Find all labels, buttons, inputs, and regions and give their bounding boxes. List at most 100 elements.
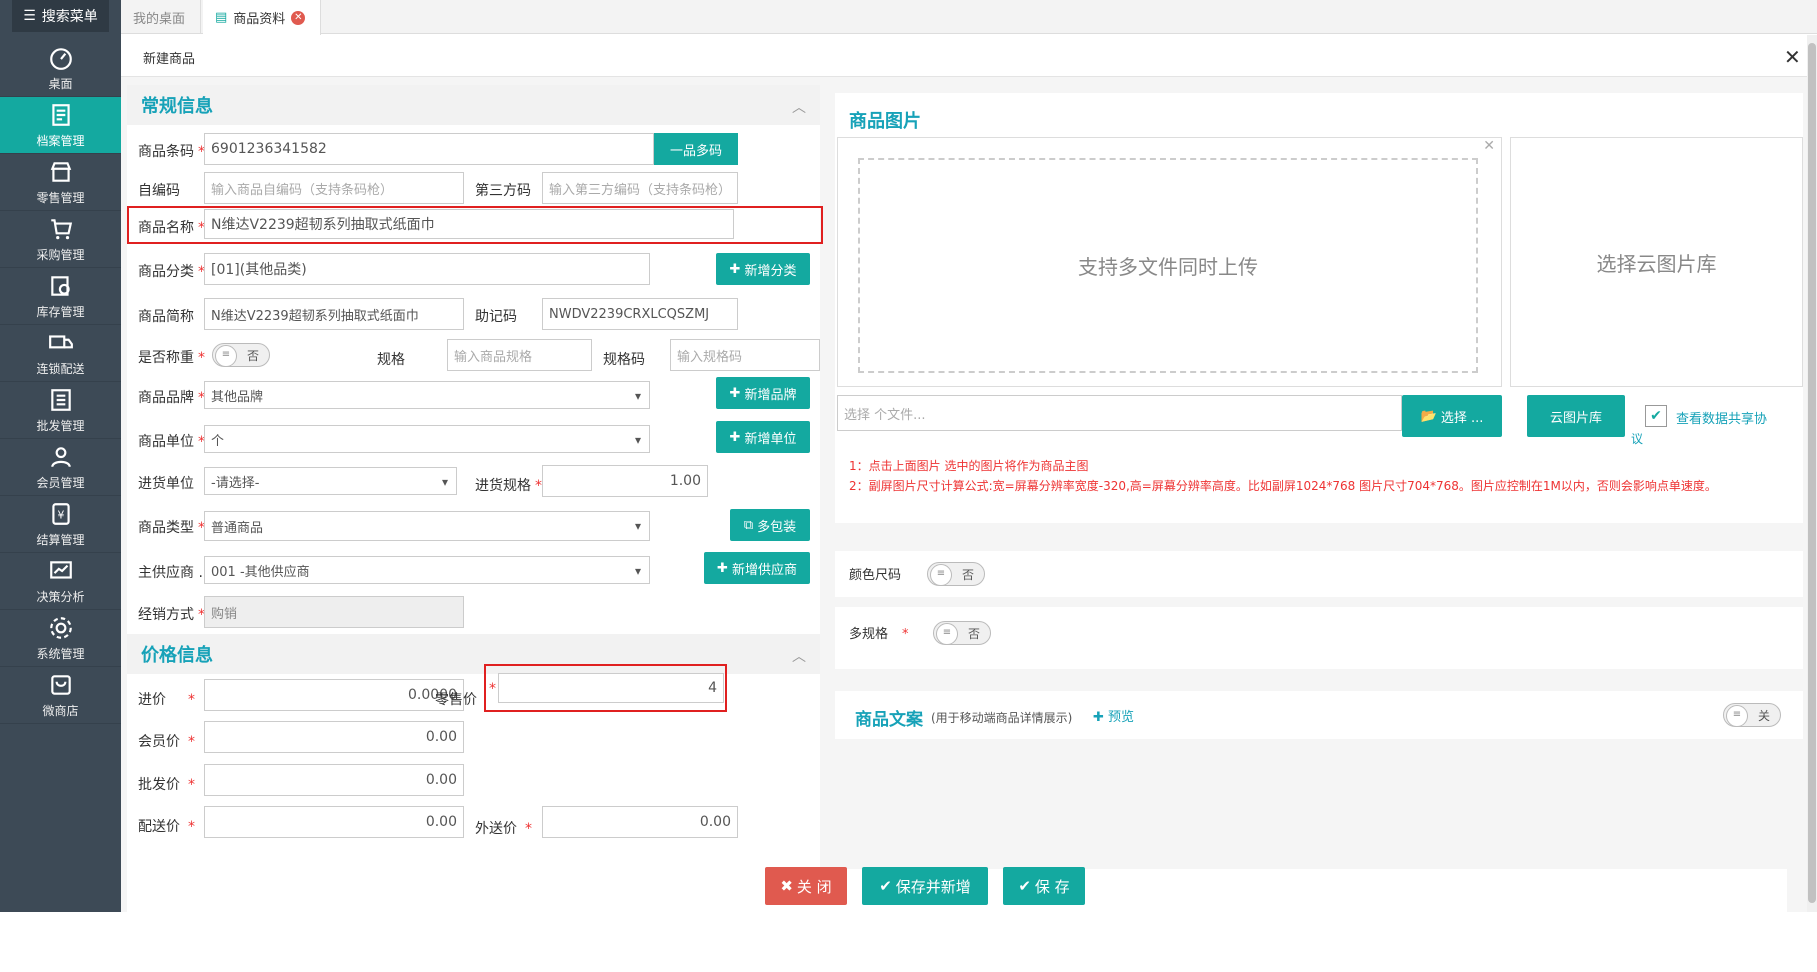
weigh-label: 是否称重 * bbox=[138, 350, 205, 366]
plus-icon: ✚ bbox=[1093, 710, 1109, 725]
cloud-library-box[interactable]: 选择云图片库 bbox=[1510, 137, 1803, 387]
member-price-input[interactable]: 0.00 bbox=[204, 721, 464, 753]
member-icon bbox=[50, 446, 71, 467]
choose-file-button[interactable]: 📂 选择 ... bbox=[1402, 395, 1502, 437]
sale-mode-input: 购销 bbox=[204, 596, 464, 628]
save-button[interactable]: ✔ 保 存 bbox=[1003, 867, 1085, 905]
sidebar-item-archive[interactable]: 档案管理 bbox=[0, 97, 121, 154]
modal-close-icon[interactable]: ✕ bbox=[1784, 45, 1801, 69]
unit-select[interactable]: 个 bbox=[204, 425, 650, 453]
multi-code-button[interactable]: 一品多码 bbox=[654, 133, 738, 165]
retail-price-label: 零售价 bbox=[435, 692, 477, 708]
save-and-new-button[interactable]: ✔ 保存并新增 bbox=[862, 867, 988, 905]
category-label: 商品分类 * bbox=[138, 264, 205, 280]
mnemonic-input[interactable]: NWDV2239CRXLCQSZMJ bbox=[542, 298, 738, 330]
name-input[interactable]: N维达V2239超韧系列抽取式纸面巾 bbox=[204, 209, 734, 239]
short-name-input[interactable]: N维达V2239超韧系列抽取式纸面巾 bbox=[204, 298, 464, 330]
share-agreement-link[interactable]: 查看数据共享协 bbox=[1676, 408, 1767, 427]
multi-spec-toggle[interactable]: 否 bbox=[933, 621, 991, 645]
search-menu-button[interactable]: ☰ 搜索菜单 bbox=[12, 0, 109, 32]
sidebar-item-settlement[interactable]: ¥ 结算管理 bbox=[0, 496, 121, 553]
image-note-1: 1：点击上面图片 选中的图片将作为商品主图 bbox=[849, 459, 1089, 473]
tab-my-desktop[interactable]: 我的桌面 bbox=[121, 0, 201, 34]
file-input[interactable]: 选择 个文件... bbox=[837, 395, 1402, 431]
brand-label: 商品品牌 * bbox=[138, 390, 205, 406]
copy-toggle[interactable]: 关 bbox=[1723, 703, 1781, 727]
check-icon: ✔ bbox=[1018, 877, 1031, 895]
plus-icon: ✚ bbox=[729, 385, 741, 401]
speccode-input[interactable]: 输入规格码 bbox=[670, 339, 820, 371]
sidebar-item-wholesale[interactable]: 批发管理 bbox=[0, 382, 121, 439]
modal-title: 新建商品 bbox=[143, 52, 196, 67]
copy-panel: 商品文案 (用于移动端商品详情展示) ✚ 预览 关 bbox=[835, 691, 1803, 739]
sidebar-item-distribution[interactable]: 连锁配送 bbox=[0, 325, 121, 382]
add-brand-button[interactable]: ✚ 新增品牌 bbox=[716, 377, 810, 409]
add-category-button[interactable]: ✚ 新增分类 bbox=[716, 253, 810, 285]
close-button[interactable]: ✖ 关 闭 bbox=[765, 867, 847, 905]
spec-input[interactable]: 输入商品规格 bbox=[447, 339, 592, 371]
tab-close-icon[interactable]: ✕ bbox=[291, 10, 306, 25]
purchase-spec-label: 进货规格 * bbox=[475, 478, 542, 494]
purchase-price-input[interactable]: 0.0000 bbox=[204, 679, 464, 711]
svg-text:¥: ¥ bbox=[57, 508, 64, 521]
dist-price-input[interactable]: 0.00 bbox=[204, 806, 464, 838]
weigh-toggle[interactable]: 否 bbox=[212, 343, 270, 367]
cloud-library-button[interactable]: 云图片库 bbox=[1527, 395, 1625, 437]
multi-spec-panel: 多规格* 否 bbox=[835, 607, 1803, 669]
sidebar-item-microshop[interactable]: 微商店 bbox=[0, 667, 121, 724]
left-panel: 常规信息 ︿ 商品条码 * 6901236341582 一品多码 自编码 输入商品… bbox=[127, 85, 823, 912]
tab-product[interactable]: ▤ 商品资料 ✕ bbox=[203, 0, 321, 35]
share-checkbox[interactable]: ✔ bbox=[1645, 405, 1667, 427]
barcode-input[interactable]: 6901236341582 bbox=[204, 133, 654, 165]
supplier-select[interactable]: 001 -其他供应商 bbox=[204, 556, 650, 584]
preview-button[interactable]: ✚ 预览 bbox=[1093, 706, 1134, 725]
add-unit-button[interactable]: ✚ 新增单位 bbox=[716, 421, 810, 453]
type-select[interactable]: 普通商品 bbox=[204, 511, 650, 541]
member-price-label: 会员价 * bbox=[138, 734, 195, 750]
color-size-toggle[interactable]: 否 bbox=[927, 562, 985, 586]
external-price-label: 外送价 * bbox=[475, 821, 532, 837]
wholesale-price-input[interactable]: 0.00 bbox=[204, 764, 464, 796]
dist-price-label: 配送价 * bbox=[138, 819, 195, 835]
speccode-label: 规格码 bbox=[603, 352, 645, 368]
document-icon: ▤ bbox=[215, 10, 228, 25]
plus-icon: ✚ bbox=[729, 261, 741, 277]
sidebar-item-member[interactable]: 会员管理 bbox=[0, 439, 121, 496]
external-link-icon: ⧉ bbox=[743, 517, 754, 533]
purchase-price-label: 进价 * bbox=[138, 692, 195, 708]
upload-zone[interactable]: ✕ 支持多文件同时上传 bbox=[837, 137, 1502, 387]
sidebar-item-analysis[interactable]: 决策分析 bbox=[0, 553, 121, 610]
collapse-chevron-icon[interactable]: ︿ bbox=[792, 646, 806, 666]
add-supplier-button[interactable]: ✚ 新增供应商 bbox=[704, 552, 810, 584]
collapse-chevron-icon[interactable]: ︿ bbox=[792, 97, 806, 117]
archive-icon bbox=[51, 103, 70, 126]
multi-pack-button[interactable]: ⧉ 多包装 bbox=[730, 509, 810, 541]
purchase-spec-input[interactable]: 1.00 bbox=[542, 465, 708, 497]
retail-price-input[interactable]: 4 bbox=[498, 673, 724, 703]
name-label: 商品名称 * bbox=[138, 220, 205, 236]
sidebar-item-retail[interactable]: 零售管理 bbox=[0, 154, 121, 211]
supplier-label: 主供应商 ... bbox=[138, 565, 212, 581]
selfcode-input[interactable]: 输入商品自编码（支持条码枪） bbox=[204, 172, 464, 204]
sidebar-item-desktop[interactable]: 桌面 bbox=[0, 40, 121, 97]
category-input[interactable]: [01](其他品类) bbox=[204, 253, 650, 285]
sidebar-item-inventory[interactable]: 库存管理 bbox=[0, 268, 121, 325]
share-agreement-link-tail[interactable]: 议 bbox=[1631, 430, 1643, 447]
type-label: 商品类型 * bbox=[138, 520, 205, 536]
external-price-input[interactable]: 0.00 bbox=[542, 806, 738, 838]
copy-title: 商品文案 bbox=[855, 710, 923, 730]
sidebar-item-purchase[interactable]: 采购管理 bbox=[0, 211, 121, 268]
sidebar-item-system[interactable]: 系统管理 bbox=[0, 610, 121, 667]
barcode-label: 商品条码 * bbox=[138, 144, 205, 160]
spec-label: 规格 bbox=[377, 352, 405, 368]
upload-close-icon[interactable]: ✕ bbox=[1483, 138, 1495, 154]
scrollbar[interactable] bbox=[1807, 35, 1817, 912]
sidebar: ☰ 搜索菜单 桌面 档案管理 零售管理 采购管理 库存管理 连锁配送 批发管理 … bbox=[0, 0, 121, 912]
general-section-header[interactable]: 常规信息 ︿ bbox=[127, 85, 820, 125]
scrollbar-thumb[interactable] bbox=[1808, 43, 1816, 903]
sale-mode-label: 经销方式 * bbox=[138, 607, 205, 623]
purchase-unit-select[interactable]: -请选择- bbox=[204, 467, 457, 495]
thirdcode-input[interactable]: 输入第三方编码（支持条码枪） bbox=[542, 172, 738, 204]
brand-select[interactable]: 其他品牌 bbox=[204, 381, 650, 409]
unit-label: 商品单位 * bbox=[138, 434, 205, 450]
